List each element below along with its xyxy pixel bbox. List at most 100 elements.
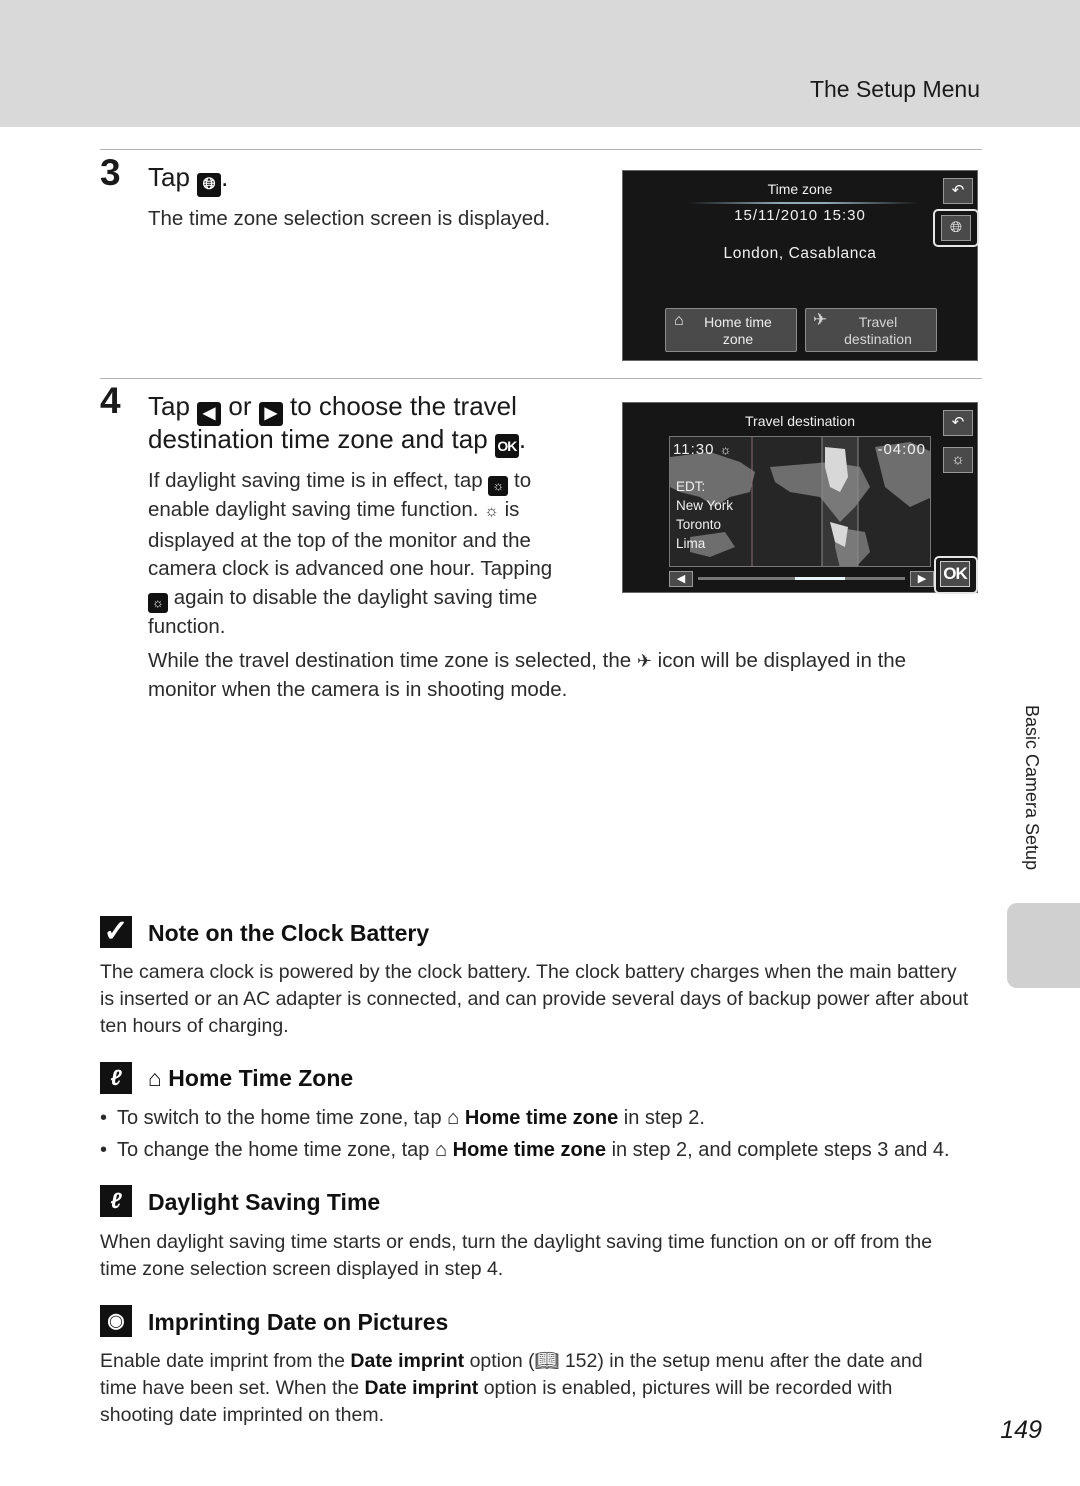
- city: Lima: [676, 536, 706, 551]
- daylight-saving-button[interactable]: ☼: [943, 447, 973, 473]
- home-time-zone-button[interactable]: ⌂ Home time zone: [665, 308, 797, 352]
- para-text: camera clock is advanced one hour. Tappi…: [148, 557, 553, 580]
- para-text: If daylight saving time is in effect, ta…: [148, 469, 483, 492]
- para-text: icon will be displayed in the: [657, 649, 907, 672]
- para-text: option is enabled, pictures will be reco…: [483, 1377, 893, 1399]
- camera-screen-time-zone: Time zone 15/11/2010 15:30 London, Casab…: [622, 170, 979, 361]
- note-body: The camera clock is powered by the clock…: [100, 959, 968, 1040]
- para-text: time have been set. When the: [100, 1377, 360, 1399]
- screen-title: Travel destination: [745, 413, 855, 429]
- daylight-saving-icon: ☼: [488, 476, 509, 496]
- lightbulb-icon: ◉: [100, 1305, 132, 1337]
- book-reference-icon: 📖︎: [534, 1350, 560, 1372]
- globe-icon: 🌐︎: [197, 173, 222, 197]
- page-header-band: [0, 0, 1080, 127]
- right-arrow-button[interactable]: ▶: [910, 571, 934, 587]
- para-text: enable daylight saving time function.: [148, 498, 479, 521]
- para-text: to: [514, 469, 532, 492]
- heading-text: Tap: [148, 391, 190, 421]
- screen-datetime: 15/11/2010 15:30: [734, 207, 866, 224]
- para-text: When daylight saving time starts or ends…: [100, 1231, 933, 1253]
- daylight-saving-icon: ☼: [148, 592, 168, 613]
- chapter-label: Basic Camera Setup: [1022, 705, 1042, 871]
- bold-text: Home time zone: [464, 1107, 619, 1129]
- screen-location: London, Casablanca: [723, 245, 877, 262]
- para-text: 152) in the setup menu after the date an…: [564, 1350, 923, 1372]
- globe-button[interactable]: 🌐︎: [941, 215, 971, 241]
- note-title: Note on the Clock Battery: [148, 920, 430, 946]
- step3-heading-period: .: [221, 162, 229, 192]
- para-text: time zone selection screen displayed in …: [100, 1258, 504, 1280]
- heading-text: or: [228, 391, 252, 421]
- airplane-icon: ✈︎: [636, 651, 652, 671]
- para-text: in step 2.: [623, 1107, 705, 1129]
- screen-title: Time zone: [767, 181, 833, 197]
- chapter-tab: [1007, 903, 1080, 988]
- home-button-label-1: Home time: [704, 314, 772, 330]
- para-text: is: [504, 498, 520, 521]
- step4-heading-line1: Tap ◀ or ▶ to choose the travel: [148, 390, 517, 426]
- home-icon: ⌂: [447, 1107, 460, 1129]
- time-zone-slider-track[interactable]: [698, 577, 905, 580]
- bold-text: Date imprint: [350, 1350, 465, 1372]
- world-map: 11:30 ☼ -04:00 EDT: New York Toronto Lim…: [669, 436, 931, 567]
- para-text: ten hours of charging.: [100, 1015, 289, 1037]
- home-icon: ⌂: [148, 1065, 162, 1091]
- airplane-icon: ✈︎: [813, 310, 828, 329]
- local-time-value: 11:30: [673, 441, 715, 458]
- right-arrow-icon: ▶: [917, 573, 927, 585]
- heading-text: destination time zone and tap: [148, 424, 488, 454]
- step-number: 3: [100, 152, 121, 193]
- para-text: shooting date imprinted on them.: [100, 1404, 385, 1426]
- note-body: Enable date imprint from the Date imprin…: [100, 1348, 923, 1429]
- daylight-saving-icon: ☼: [484, 503, 499, 520]
- note-body: When daylight saving time starts or ends…: [100, 1229, 932, 1283]
- daylight-saving-icon: ☼: [951, 451, 965, 468]
- note-title: Imprinting Date on Pictures: [148, 1309, 449, 1335]
- step3-heading-text: Tap: [148, 162, 190, 192]
- para-text: monitor when the camera is in shooting m…: [148, 677, 568, 701]
- left-arrow-button[interactable]: ◀: [669, 571, 693, 587]
- divider: [100, 378, 982, 379]
- para-text: The camera clock is powered by the clock…: [100, 961, 957, 983]
- para-text: option (: [469, 1350, 535, 1372]
- travel-button-label-1: Travel: [858, 314, 898, 330]
- section-title: The Setup Menu: [809, 76, 980, 102]
- step4-heading-line2: destination time zone and tap OK.: [148, 423, 526, 458]
- para-text: To change the home time zone, tap: [117, 1139, 430, 1161]
- travel-destination-button[interactable]: ✈︎ Travel destination: [805, 308, 937, 352]
- heading-text: to choose the travel: [289, 391, 517, 421]
- page-number: 149: [1000, 1416, 1042, 1444]
- para-text: in step 2, and complete steps 3 and 4.: [611, 1139, 950, 1161]
- bold-text: Date imprint: [364, 1377, 479, 1399]
- ok-button[interactable]: OK: [940, 561, 970, 587]
- note-title: ⌂ Home Time Zone: [148, 1065, 353, 1092]
- divider: [100, 149, 982, 150]
- city: Toronto: [676, 517, 722, 532]
- globe-icon: 🌐︎: [949, 219, 962, 236]
- para-text: To switch to the home time zone, tap: [117, 1107, 442, 1129]
- para-text: again to disable the daylight saving tim…: [173, 585, 538, 609]
- bullet-item: • To change the home time zone, tap ⌂ Hom…: [100, 1139, 950, 1161]
- para-text: is inserted or an AC adapter is connecte…: [100, 988, 969, 1010]
- time-zone-slider-indicator[interactable]: [795, 577, 845, 580]
- para-text: displayed at the top of the monitor and …: [148, 528, 531, 552]
- back-arrow-icon[interactable]: ↶: [943, 410, 973, 436]
- bold-text: Home time zone: [452, 1139, 606, 1161]
- daylight-saving-icon: ☼: [719, 442, 733, 457]
- back-arrow-icon[interactable]: ↶: [943, 178, 973, 204]
- travel-note: While the travel destination time zone i…: [148, 647, 906, 704]
- step3-description: The time zone selection screen is displa…: [148, 207, 551, 230]
- para-text: Enable date imprint from the: [100, 1350, 345, 1372]
- note-title: Daylight Saving Time: [148, 1189, 381, 1215]
- travel-button-label-2: destination: [844, 331, 912, 347]
- paperclip-icon: ℓ: [100, 1185, 132, 1217]
- ok-icon: OK: [494, 434, 519, 458]
- home-icon: ⌂: [434, 1139, 448, 1161]
- dst-label: EDT:: [676, 479, 706, 494]
- para-text: function.: [148, 614, 226, 638]
- left-arrow-icon: ◀: [676, 573, 686, 585]
- heading-period: .: [518, 424, 527, 454]
- home-button-label-2: zone: [722, 331, 754, 347]
- checkmark-icon: ✓: [100, 916, 132, 948]
